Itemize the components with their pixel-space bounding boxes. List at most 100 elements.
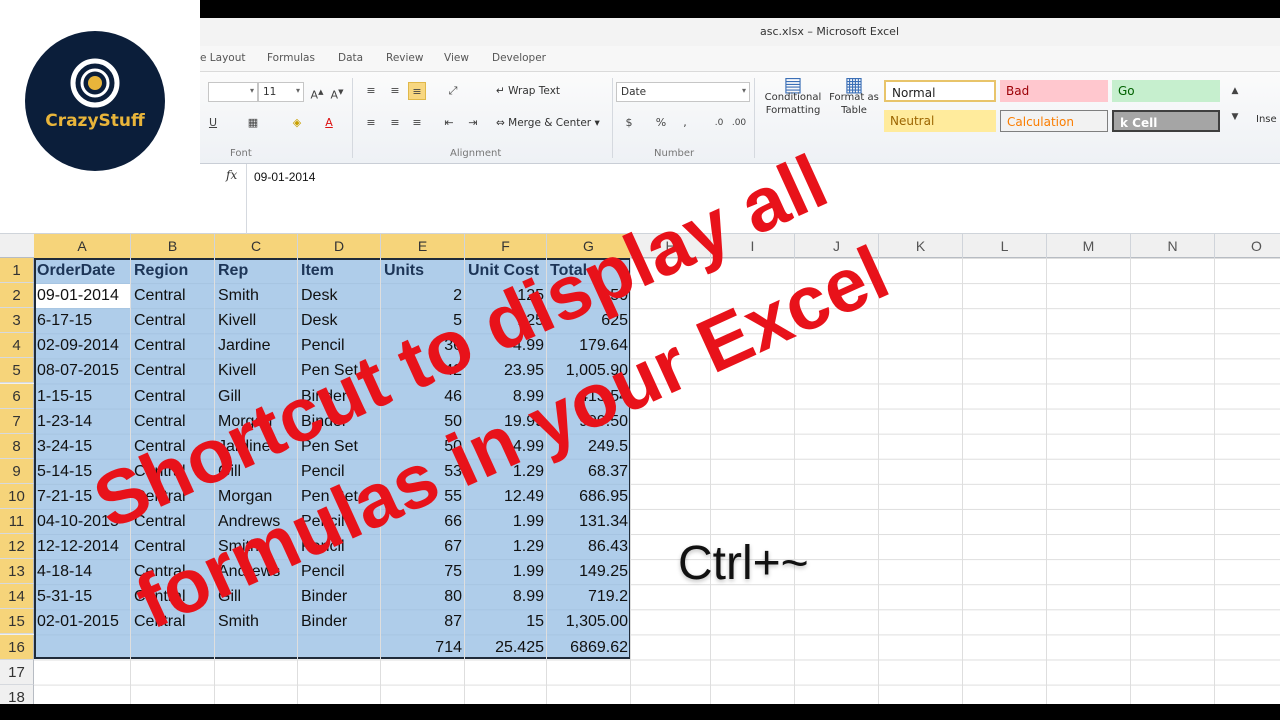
table-cell[interactable]: 4.99 [465,333,547,358]
table-cell[interactable]: Binder [298,409,381,434]
column-header-n[interactable]: N [1131,234,1215,258]
table-cell[interactable]: Gill [215,584,298,609]
table-cell[interactable]: Central [131,409,215,434]
table-header-cell[interactable]: Units [381,258,465,283]
table-cell[interactable]: Morgan [215,484,298,509]
style-neutral[interactable]: Neutral [884,110,996,132]
table-cell[interactable]: Central [131,384,215,409]
table-cell[interactable]: Andrews [215,559,298,584]
font-size-select[interactable]: 11 ▾ [258,82,304,102]
scroll-up-icon[interactable]: ▲ [1226,82,1244,100]
column-header-m[interactable]: M [1047,234,1131,258]
increase-decimal-icon[interactable]: .0 [710,114,728,132]
decrease-indent-icon[interactable]: ⇤ [440,114,458,132]
table-cell[interactable]: Gill [215,459,298,484]
column-header-h[interactable]: H [631,234,711,258]
align-center-icon[interactable]: ≡ [386,114,404,132]
table-cell[interactable]: 4.99 [465,434,547,459]
table-cell[interactable]: 23.95 [465,358,547,383]
align-right-icon[interactable]: ≡ [408,114,426,132]
table-cell[interactable]: 149.25 [547,559,631,584]
table-cell[interactable]: 6869.62 [547,635,631,660]
row-header-7[interactable]: 7 [0,408,34,434]
column-header-d[interactable]: D [298,234,381,258]
style-calculation[interactable]: Calculation [1000,110,1108,132]
style-normal[interactable]: Normal [884,80,996,102]
style-check-cell[interactable]: k Cell [1112,110,1220,132]
table-cell[interactable]: Binder [298,584,381,609]
table-header-cell[interactable]: OrderDate [34,258,131,283]
table-cell[interactable]: 7-21-15 [34,484,131,509]
table-cell[interactable]: Jardine [215,434,298,459]
table-cell[interactable]: 249.5 [547,434,631,459]
table-cell[interactable]: 125 [465,308,547,333]
number-format-select[interactable]: Date ▾ [616,82,750,102]
fill-color-icon[interactable]: ◈ [288,114,306,132]
table-cell[interactable]: 53 [381,459,465,484]
style-good[interactable]: Go [1112,80,1220,102]
row-header-4[interactable]: 4 [0,333,34,359]
table-cell[interactable]: 8.99 [465,384,547,409]
decrease-decimal-icon[interactable]: .00 [730,114,748,132]
insert-button[interactable]: Inse [1256,114,1277,125]
table-cell[interactable]: 625 [547,308,631,333]
row-header-16[interactable]: 16 [0,634,34,660]
table-cell[interactable]: Smith [215,534,298,559]
table-cell[interactable]: Central [131,283,215,308]
table-cell[interactable]: 87 [381,609,465,634]
table-cell[interactable]: 09-01-2014 [34,283,131,308]
increase-indent-icon[interactable]: ⇥ [464,114,482,132]
align-middle-icon[interactable]: ≡ [386,82,404,100]
table-cell[interactable]: Central [131,559,215,584]
tab-data[interactable]: Data [338,52,363,64]
table-header-cell[interactable]: Region [131,258,215,283]
borders-icon[interactable]: ▦ [244,114,262,132]
table-cell[interactable]: Kivell [215,358,298,383]
table-cell[interactable]: 131.34 [547,509,631,534]
table-cell[interactable]: 36 [381,333,465,358]
column-header-b[interactable]: B [131,234,215,258]
function-icon[interactable]: fx [226,168,237,182]
table-cell[interactable]: 75 [381,559,465,584]
column-header-k[interactable]: K [879,234,963,258]
column-header-o[interactable]: O [1215,234,1280,258]
table-cell[interactable]: 413.54 [547,384,631,409]
table-cell[interactable]: 1,005.90 [547,358,631,383]
table-header-cell[interactable]: Unit Cost [465,258,547,283]
table-cell[interactable]: 12-12-2014 [34,534,131,559]
table-cell[interactable]: Smith [215,609,298,634]
table-cell[interactable]: 86.43 [547,534,631,559]
table-cell[interactable]: 80 [381,584,465,609]
table-cell[interactable]: 46 [381,384,465,409]
table-cell[interactable]: 999.50 [547,409,631,434]
font-color-icon[interactable]: A [320,114,338,132]
table-cell[interactable]: Pencil [298,559,381,584]
table-cell[interactable]: 55 [381,484,465,509]
table-cell[interactable]: Desk [298,308,381,333]
table-cell[interactable]: 5 [381,308,465,333]
style-bad[interactable]: Bad [1000,80,1108,102]
row-header-9[interactable]: 9 [0,458,34,484]
table-cell[interactable]: 8.99 [465,584,547,609]
currency-icon[interactable]: $ [620,114,638,132]
table-cell[interactable]: 25.425 [465,635,547,660]
table-cell[interactable]: Central [131,534,215,559]
table-cell[interactable]: 6-17-15 [34,308,131,333]
grow-font-icon[interactable]: A▲ [308,83,326,102]
table-cell[interactable]: 5-14-15 [34,459,131,484]
column-header-c[interactable]: C [215,234,298,258]
comma-icon[interactable]: , [676,114,694,132]
column-header-e[interactable]: E [381,234,465,258]
table-cell[interactable]: Gill [215,384,298,409]
row-header-13[interactable]: 13 [0,559,34,585]
align-bottom-icon[interactable]: ≡ [408,82,426,100]
table-cell[interactable]: Central [131,434,215,459]
table-cell[interactable]: 1.29 [465,459,547,484]
tab-developer[interactable]: Developer [492,52,546,64]
merge-center-button[interactable]: ⇔ Merge & Center ▾ [496,117,600,129]
table-cell[interactable]: 1.99 [465,509,547,534]
tab-formulas[interactable]: Formulas [267,52,315,64]
column-header-f[interactable]: F [465,234,547,258]
table-cell[interactable]: 42 [381,358,465,383]
row-header-1[interactable]: 1 [0,258,34,283]
